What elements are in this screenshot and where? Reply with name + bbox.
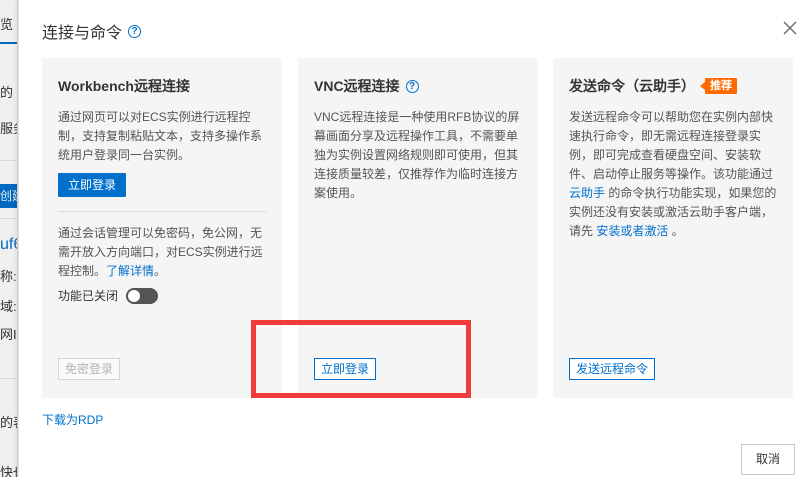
session-toggle-row: 功能已关闭 xyxy=(58,287,266,304)
modal-overlay xyxy=(0,0,18,477)
send-command-card-desc: 发送远程命令可以帮助您在实例内部快速执行命令，即无需远程连接登录实例，即可完成查… xyxy=(569,108,777,241)
send-command-card: 发送命令（云助手） 推荐 发送远程命令可以帮助您在实例内部快速执行命令，即无需远… xyxy=(553,58,793,398)
workbench-card-desc: 通过网页可以对ECS实例进行远程控制，支持复制粘贴文本，支持多操作系统用户登录同… xyxy=(58,110,263,162)
session-desc-suffix: 。 xyxy=(154,264,167,278)
learn-more-link[interactable]: 了解详情 xyxy=(106,264,154,278)
cloud-assistant-link[interactable]: 云助手 xyxy=(569,186,605,200)
cancel-button[interactable]: 取消 xyxy=(741,444,795,475)
session-management-desc: 通过会话管理可以免密码，免公网，无需开放入方向端口，对ECS实例进行远程控制。了… xyxy=(58,224,266,281)
vnc-login-button[interactable]: 立即登录 xyxy=(314,358,377,380)
download-rdp-link[interactable]: 下载为RDP xyxy=(42,411,103,428)
desc-part3: 。 xyxy=(671,224,684,238)
dialog-title: 连接与命令 ? xyxy=(42,19,142,43)
vnc-card-desc: VNC远程连接是一种使用RFB协议的屏幕画面分享及远程操作工具，不需要单独为实例… xyxy=(314,110,520,200)
send-command-card-title-row: 发送命令（云助手） 推荐 xyxy=(569,76,777,96)
dialog-title-text: 连接与命令 xyxy=(42,25,123,42)
connection-cards: Workbench远程连接 通过网页可以对ECS实例进行远程控制，支持复制粘贴文… xyxy=(42,58,793,398)
question-circle-icon[interactable]: ? xyxy=(128,24,142,38)
card-divider xyxy=(58,211,266,212)
question-circle-icon[interactable]: ? xyxy=(405,79,419,93)
workbench-card: Workbench远程连接 通过网页可以对ECS实例进行远程控制，支持复制粘贴文… xyxy=(42,58,282,398)
send-command-card-title: 发送命令（云助手） xyxy=(569,78,695,94)
vnc-card-title-row: VNC远程连接 ? xyxy=(314,76,522,96)
workbench-card-title: Workbench远程连接 xyxy=(58,78,190,94)
workbench-login-button[interactable]: 立即登录 xyxy=(58,173,127,197)
install-activate-link[interactable]: 安装或者激活 xyxy=(596,224,668,238)
close-icon[interactable] xyxy=(782,20,798,36)
desc-part1: 发送远程命令可以帮助您在实例内部快速执行命令，即无需远程连接登录实例，即可完成查… xyxy=(569,110,774,181)
send-remote-command-button[interactable]: 发送远程命令 xyxy=(569,358,656,380)
session-toggle[interactable] xyxy=(126,287,159,304)
connect-command-dialog: 连接与命令 ? Workbench远程连接 通过网页可以对ECS实例进行远程控制… xyxy=(18,0,808,477)
vnc-card-title: VNC远程连接 xyxy=(314,78,400,94)
vnc-card: VNC远程连接 ? VNC远程连接是一种使用RFB协议的屏幕画面分享及远程操作工… xyxy=(298,58,538,398)
toggle-label: 功能已关闭 xyxy=(58,289,119,303)
passwordless-login-button[interactable]: 免密登录 xyxy=(58,358,121,380)
recommend-badge: 推荐 xyxy=(700,78,737,94)
